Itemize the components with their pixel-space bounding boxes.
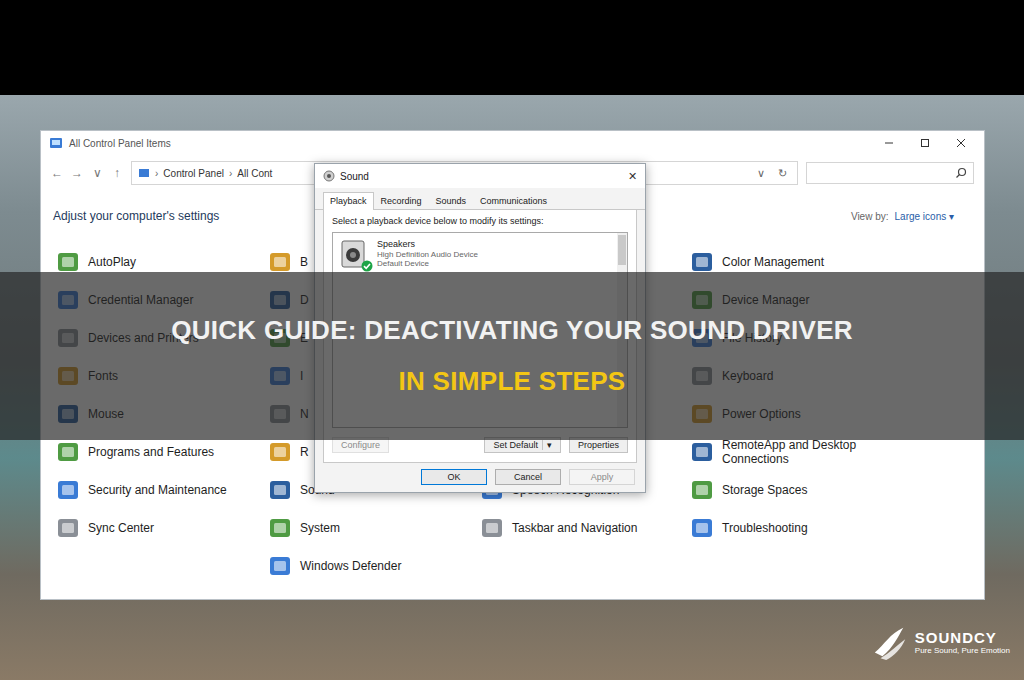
dialog-tab[interactable]: Playback [323,192,374,210]
device-name: Speakers [377,239,478,250]
nav-button[interactable]: → [71,166,83,180]
item-label: System [300,521,348,535]
title-bar: All Control Panel Items [41,131,984,155]
item-icon [690,250,714,274]
device-row[interactable]: SpeakersHigh Definition Audio DeviceDefa… [337,237,613,271]
footer-button[interactable]: Apply [569,469,635,485]
address-control[interactable]: ↻ [774,167,791,180]
item-label: Troubleshooting [722,521,816,535]
item-icon [268,554,292,578]
control-panel-item[interactable]: Sync Center [56,509,268,547]
item-icon [480,516,504,540]
dialog-tab[interactable]: Recording [374,192,429,209]
item-icon [268,440,292,464]
control-panel-item[interactable]: Windows Defender [268,547,480,585]
item-label: Programs and Features [88,445,222,459]
dialog-tab[interactable]: Sounds [429,192,474,209]
item-label: Windows Defender [300,559,409,573]
control-panel-item[interactable]: Storage Spaces [690,471,902,509]
default-check-icon [361,260,373,272]
minimize-icon[interactable] [884,138,894,148]
view-by-dropdown[interactable]: Large icons ▾ [895,211,954,222]
logo-tagline: Pure Sound, Pure Emotion [915,647,1010,656]
control-panel-item[interactable]: Troubleshooting [690,509,902,547]
address-control[interactable]: ∨ [753,167,769,180]
scrollbar-thumb[interactable] [618,235,626,265]
title-banner: QUICK GUIDE: DEACTIVATING YOUR SOUND DRI… [0,272,1024,440]
dialog-tab[interactable]: Communications [473,192,554,209]
item-icon [268,478,292,502]
speaker-icon [323,170,335,182]
breadcrumb[interactable]: Control Panel [163,168,224,179]
logo-name: SOUNDCY [915,630,1010,647]
maximize-icon[interactable] [920,138,930,148]
device-description: High Definition Audio Device [377,250,478,260]
dialog-title-bar: Sound ✕ [315,164,645,188]
thumbnail: All Control Panel Items ← → ∨ ↑ › Control Pane… [0,0,1024,680]
item-icon [56,250,80,274]
footer-button[interactable]: Cancel [495,469,561,485]
dialog-instruction: Select a playback device below to modify… [332,216,628,226]
banner-title: QUICK GUIDE: DEACTIVATING YOUR SOUND DRI… [171,315,853,346]
dialog-tabs: PlaybackRecordingSoundsCommunications [315,188,645,210]
button-menu-arrow[interactable]: ▾ [542,440,552,450]
control-panel-item[interactable]: Taskbar and Navigation [480,509,690,547]
nav-button[interactable]: ∨ [91,166,103,180]
item-icon [268,250,292,274]
close-icon[interactable] [956,138,966,148]
item-icon [690,440,714,464]
item-label: AutoPlay [88,255,144,269]
item-icon [56,478,80,502]
dialog-title: Sound [340,171,369,182]
window-title: All Control Panel Items [69,138,171,149]
control-panel-icon [138,167,150,179]
footer-button[interactable]: OK [421,469,487,485]
control-panel-item[interactable]: Security and Maintenance [56,471,268,509]
item-label: Storage Spaces [722,483,815,497]
item-icon [268,516,292,540]
item-label: Color Management [722,255,832,269]
control-panel-item[interactable]: System [268,509,480,547]
device-status: Default Device [377,259,478,269]
item-icon [56,440,80,464]
breadcrumb-separator: › [229,168,232,179]
view-by-label: View by: [851,211,889,222]
search-field[interactable] [806,162,974,184]
item-label: Security and Maintenance [88,483,235,497]
breadcrumb[interactable]: All Cont [237,168,272,179]
magnifier-icon [955,167,967,179]
dialog-footer: OK Cancel Apply [315,463,645,492]
item-label: RemoteApp and Desktop Connections [722,438,902,467]
sound-wave-icon [871,624,909,662]
item-icon [690,478,714,502]
item-label: Taskbar and Navigation [512,521,645,535]
soundcy-logo: SOUNDCYPure Sound, Pure Emotion [871,624,1010,662]
item-icon [56,516,80,540]
nav-button[interactable]: ↑ [111,166,123,180]
nav-button[interactable]: ← [51,166,63,180]
control-panel-icon [49,136,63,150]
item-icon [690,516,714,540]
window-controls [884,138,976,148]
top-band [0,0,1024,95]
dialog-close-button[interactable]: ✕ [628,170,637,183]
page-heading: Adjust your computer's settings [53,209,219,223]
view-by: View by: Large icons ▾ [851,211,954,222]
item-label: Sync Center [88,521,162,535]
breadcrumb-separator: › [155,168,158,179]
banner-subtitle: IN SIMPLE STEPS [399,366,626,397]
